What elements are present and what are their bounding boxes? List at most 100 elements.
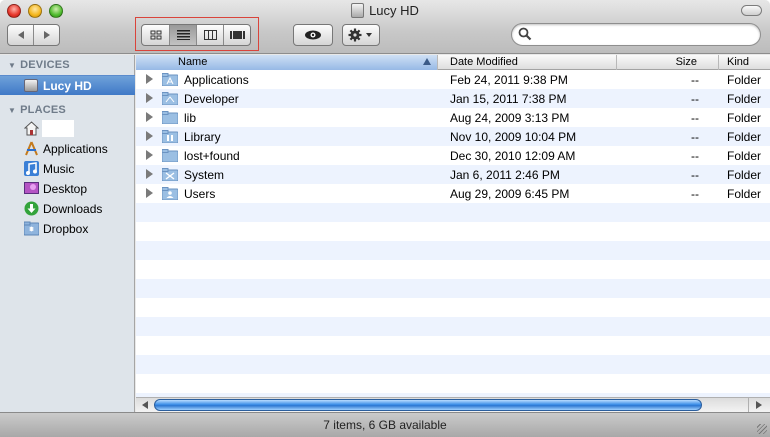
toolbar: Lucy HD xyxy=(0,0,770,54)
sort-ascending-icon xyxy=(423,58,431,65)
empty-row xyxy=(136,279,770,298)
column-header-size[interactable]: Size xyxy=(617,55,719,70)
library-folder-icon xyxy=(162,130,178,143)
hard-disk-icon xyxy=(351,3,365,18)
home-icon xyxy=(24,121,39,136)
disclosure-triangle-icon[interactable] xyxy=(146,74,153,84)
file-date: Feb 24, 2011 9:38 PM xyxy=(450,73,568,87)
window-title: Lucy HD xyxy=(0,3,770,18)
sidebar-item-music[interactable]: Music xyxy=(0,159,135,179)
file-kind: Folder xyxy=(727,111,762,125)
places-section-header[interactable]: ▼ PLACES xyxy=(8,104,66,116)
sidebar-item-applications[interactable]: Applications xyxy=(0,139,135,159)
file-list: Name Date Modified Size Kind Application… xyxy=(136,55,770,412)
disclosure-triangle-icon: ▼ xyxy=(8,106,17,115)
table-row[interactable]: Library Nov 10, 2009 10:04 PM -- Folder xyxy=(136,127,770,146)
table-row[interactable]: Applications Feb 24, 2011 9:38 PM -- Fol… xyxy=(136,70,770,89)
empty-row xyxy=(136,241,770,260)
table-row[interactable]: Developer Jan 15, 2011 7:38 PM -- Folder xyxy=(136,89,770,108)
table-row[interactable]: lib Aug 24, 2009 3:13 PM -- Folder xyxy=(136,108,770,127)
back-button[interactable] xyxy=(8,25,33,45)
table-row[interactable]: Users Aug 29, 2009 6:45 PM -- Folder xyxy=(136,184,770,203)
table-row[interactable]: System Jan 6, 2011 2:46 PM -- Folder xyxy=(136,165,770,184)
empty-row xyxy=(136,355,770,374)
disclosure-triangle-icon[interactable] xyxy=(146,169,153,179)
list-view-icon xyxy=(176,30,190,40)
file-name: lost+found xyxy=(184,149,240,163)
file-name: Developer xyxy=(184,92,239,106)
horizontal-scrollbar[interactable] xyxy=(136,397,770,412)
sidebar-item-downloads[interactable]: Downloads xyxy=(0,199,135,219)
file-size: -- xyxy=(691,73,699,87)
devices-section-header[interactable]: ▼ DEVICES xyxy=(8,59,70,71)
file-date: Jan 6, 2011 2:46 PM xyxy=(450,168,560,182)
sidebar-item-label: Dropbox xyxy=(43,222,89,236)
empty-row xyxy=(136,222,770,241)
hard-disk-icon xyxy=(24,79,38,92)
disclosure-triangle-icon[interactable] xyxy=(146,131,153,141)
file-name: Applications xyxy=(184,73,249,87)
folder-icon xyxy=(162,111,178,124)
sidebar-item-lucy-hd[interactable]: Lucy HD xyxy=(0,75,135,95)
back-arrow-icon xyxy=(17,31,24,39)
disclosure-triangle-icon[interactable] xyxy=(146,112,153,122)
file-date: Aug 29, 2009 6:45 PM xyxy=(450,187,570,201)
file-size: -- xyxy=(691,92,699,106)
file-size: -- xyxy=(691,187,699,201)
file-date: Dec 30, 2010 12:09 AM xyxy=(450,149,576,163)
column-header-name[interactable]: Name xyxy=(136,55,438,70)
scrollbar-thumb[interactable] xyxy=(154,399,702,411)
empty-row xyxy=(136,317,770,336)
search-icon xyxy=(518,27,532,41)
disclosure-triangle-icon[interactable] xyxy=(146,150,153,160)
forward-button[interactable] xyxy=(33,25,59,45)
action-menu-button[interactable] xyxy=(342,24,380,46)
disclosure-triangle-icon[interactable] xyxy=(146,93,153,103)
list-view-button[interactable] xyxy=(169,25,196,45)
file-name: System xyxy=(184,168,225,182)
developer-folder-icon xyxy=(162,92,178,105)
sidebar-item-desktop[interactable]: Desktop xyxy=(0,179,135,199)
file-date: Aug 24, 2009 3:13 PM xyxy=(450,111,570,125)
empty-row xyxy=(136,336,770,355)
downloads-icon xyxy=(24,201,39,216)
file-size: -- xyxy=(691,111,699,125)
table-row[interactable]: lost+found Dec 30, 2010 12:09 AM -- Fold… xyxy=(136,146,770,165)
file-size: -- xyxy=(691,149,699,163)
column-header-kind[interactable]: Kind xyxy=(719,55,770,70)
forward-arrow-icon xyxy=(43,31,50,39)
gear-icon xyxy=(348,28,372,42)
file-kind: Folder xyxy=(727,149,762,163)
view-mode-group xyxy=(141,24,251,46)
file-size: -- xyxy=(691,168,699,182)
search-field[interactable] xyxy=(511,23,761,46)
sidebar-item-label: Desktop xyxy=(43,182,88,196)
quick-look-button[interactable] xyxy=(293,24,333,46)
applications-folder-icon xyxy=(162,73,178,86)
music-note-icon xyxy=(24,161,39,176)
disclosure-triangle-icon[interactable] xyxy=(146,188,153,198)
column-header-date-modified[interactable]: Date Modified xyxy=(438,55,617,70)
scroll-left-arrow-icon[interactable] xyxy=(142,401,148,409)
empty-row xyxy=(136,260,770,279)
file-name: lib xyxy=(184,111,197,125)
icon-view-button[interactable] xyxy=(142,25,169,45)
empty-row xyxy=(136,298,770,317)
folder-icon xyxy=(162,149,178,162)
disclosure-triangle-icon: ▼ xyxy=(8,61,17,70)
system-folder-icon xyxy=(162,168,178,181)
file-kind: Folder xyxy=(727,168,762,182)
scrollbar-divider xyxy=(748,398,749,412)
search-input[interactable] xyxy=(538,26,753,43)
column-view-button[interactable] xyxy=(196,25,223,45)
file-kind: Folder xyxy=(727,187,762,201)
empty-row xyxy=(136,203,770,222)
scroll-right-arrow-icon[interactable] xyxy=(756,401,762,409)
sidebar-item-dropbox[interactable]: Dropbox xyxy=(0,219,135,239)
file-kind: Folder xyxy=(727,73,762,87)
sidebar-item-home[interactable] xyxy=(0,119,135,139)
file-size: -- xyxy=(691,130,699,144)
empty-row xyxy=(136,374,770,393)
resize-grip-icon[interactable] xyxy=(757,424,767,434)
coverflow-view-button[interactable] xyxy=(223,25,250,45)
